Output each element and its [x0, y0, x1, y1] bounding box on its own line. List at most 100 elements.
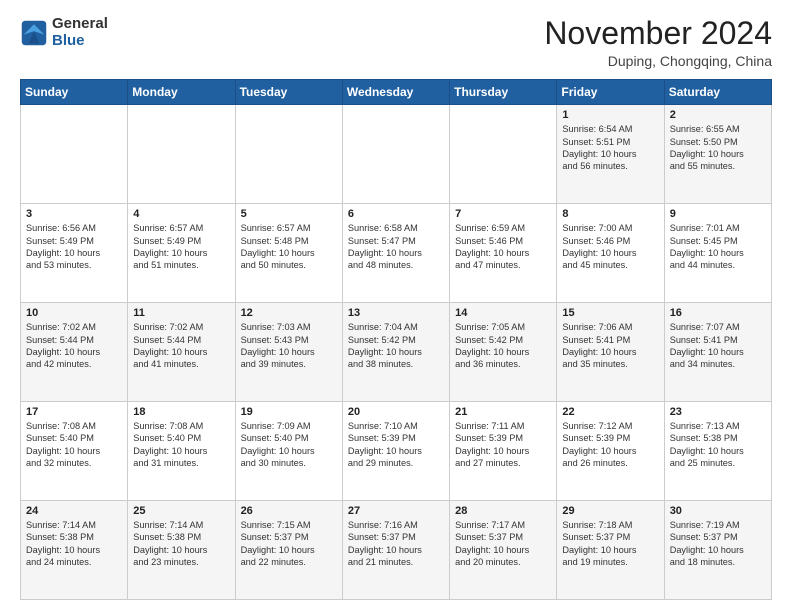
calendar-cell-3-1: 18 Sunrise: 7:08 AM Sunset: 5:40 PM Dayli… [128, 402, 235, 501]
calendar-cell-1-4: 7Sunrise: 6:59 AM Sunset: 5:46 PM Daylig… [450, 204, 557, 303]
cell-info: Sunrise: 7:12 AM Sunset: 5:39 PM Dayligh… [562, 420, 658, 470]
day-number: 13 [348, 307, 444, 319]
calendar-cell-2-4: 14Sunrise: 7:05 AM Sunset: 5:42 PM Dayli… [450, 303, 557, 402]
cell-info: Sunrise: 7:14 AM Sunset: 5:38 PM Dayligh… [26, 519, 122, 569]
day-number: 12 [241, 307, 337, 319]
cell-info: Sunrise: 7:07 AM Sunset: 5:41 PM Dayligh… [670, 321, 766, 371]
calendar-cell-3-2: 19 Sunrise: 7:09 AM Sunset: 5:40 PM Dayli… [235, 402, 342, 501]
month-title: November 2024 [544, 16, 772, 51]
calendar-cell-2-2: 12 Sunrise: 7:03 AM Sunset: 5:43 PM Dayli… [235, 303, 342, 402]
calendar-cell-4-0: 24 Sunrise: 7:14 AM Sunset: 5:38 PM Dayli… [21, 501, 128, 600]
day-number: 18 [133, 406, 229, 418]
day-number: 20 [348, 406, 444, 418]
cell-info: Sunrise: 6:57 AM Sunset: 5:49 PM Dayligh… [133, 222, 229, 272]
day-number: 27 [348, 505, 444, 517]
day-number: 6 [348, 208, 444, 220]
cell-info: Sunrise: 7:01 AM Sunset: 5:45 PM Dayligh… [670, 222, 766, 272]
calendar-cell-4-4: 28Sunrise: 7:17 AM Sunset: 5:37 PM Dayli… [450, 501, 557, 600]
calendar-week-0: 1 Sunrise: 6:54 AM Sunset: 5:51 PM Daylig… [21, 105, 772, 204]
cell-info: Sunrise: 7:13 AM Sunset: 5:38 PM Dayligh… [670, 420, 766, 470]
day-number: 24 [26, 505, 122, 517]
day-number: 30 [670, 505, 766, 517]
day-number: 19 [241, 406, 337, 418]
day-header-sunday: Sunday [21, 80, 128, 105]
calendar-cell-4-5: 29 Sunrise: 7:18 AM Sunset: 5:37 PM Dayli… [557, 501, 664, 600]
cell-info: Sunrise: 7:04 AM Sunset: 5:42 PM Dayligh… [348, 321, 444, 371]
calendar-cell-0-0 [21, 105, 128, 204]
day-header-saturday: Saturday [664, 80, 771, 105]
calendar-cell-2-3: 13 Sunrise: 7:04 AM Sunset: 5:42 PM Dayli… [342, 303, 449, 402]
calendar-cell-0-6: 2 Sunrise: 6:55 AM Sunset: 5:50 PM Daylig… [664, 105, 771, 204]
calendar-cell-3-5: 22 Sunrise: 7:12 AM Sunset: 5:39 PM Dayli… [557, 402, 664, 501]
cell-info: Sunrise: 6:59 AM Sunset: 5:46 PM Dayligh… [455, 222, 551, 272]
day-number: 1 [562, 109, 658, 121]
calendar-cell-2-5: 15Sunrise: 7:06 AM Sunset: 5:41 PM Dayli… [557, 303, 664, 402]
day-number: 9 [670, 208, 766, 220]
day-number: 2 [670, 109, 766, 121]
day-number: 26 [241, 505, 337, 517]
cell-info: Sunrise: 7:10 AM Sunset: 5:39 PM Dayligh… [348, 420, 444, 470]
day-number: 16 [670, 307, 766, 319]
calendar-cell-3-4: 21 Sunrise: 7:11 AM Sunset: 5:39 PM Dayli… [450, 402, 557, 501]
cell-info: Sunrise: 7:19 AM Sunset: 5:37 PM Dayligh… [670, 519, 766, 569]
logo-general: General [52, 16, 108, 33]
calendar-cell-3-0: 17 Sunrise: 7:08 AM Sunset: 5:40 PM Dayli… [21, 402, 128, 501]
logo-text: General Blue [52, 16, 108, 49]
day-number: 21 [455, 406, 551, 418]
cell-info: Sunrise: 7:16 AM Sunset: 5:37 PM Dayligh… [348, 519, 444, 569]
cell-info: Sunrise: 7:09 AM Sunset: 5:40 PM Dayligh… [241, 420, 337, 470]
calendar-cell-2-6: 16 Sunrise: 7:07 AM Sunset: 5:41 PM Dayli… [664, 303, 771, 402]
day-number: 23 [670, 406, 766, 418]
day-number: 4 [133, 208, 229, 220]
day-number: 10 [26, 307, 122, 319]
cell-info: Sunrise: 7:03 AM Sunset: 5:43 PM Dayligh… [241, 321, 337, 371]
day-number: 8 [562, 208, 658, 220]
calendar-header-row: SundayMondayTuesdayWednesdayThursdayFrid… [21, 80, 772, 105]
calendar-cell-2-0: 10 Sunrise: 7:02 AM Sunset: 5:44 PM Dayli… [21, 303, 128, 402]
cell-info: Sunrise: 7:00 AM Sunset: 5:46 PM Dayligh… [562, 222, 658, 272]
calendar-cell-4-3: 27 Sunrise: 7:16 AM Sunset: 5:37 PM Dayli… [342, 501, 449, 600]
cell-info: Sunrise: 7:02 AM Sunset: 5:44 PM Dayligh… [133, 321, 229, 371]
cell-info: Sunrise: 7:08 AM Sunset: 5:40 PM Dayligh… [26, 420, 122, 470]
cell-info: Sunrise: 6:58 AM Sunset: 5:47 PM Dayligh… [348, 222, 444, 272]
day-number: 25 [133, 505, 229, 517]
day-number: 22 [562, 406, 658, 418]
cell-info: Sunrise: 7:17 AM Sunset: 5:37 PM Dayligh… [455, 519, 551, 569]
cell-info: Sunrise: 7:02 AM Sunset: 5:44 PM Dayligh… [26, 321, 122, 371]
day-header-monday: Monday [128, 80, 235, 105]
calendar-week-2: 10 Sunrise: 7:02 AM Sunset: 5:44 PM Dayli… [21, 303, 772, 402]
location: Duping, Chongqing, China [544, 53, 772, 69]
calendar-week-3: 17 Sunrise: 7:08 AM Sunset: 5:40 PM Dayli… [21, 402, 772, 501]
cell-info: Sunrise: 7:18 AM Sunset: 5:37 PM Dayligh… [562, 519, 658, 569]
calendar-cell-0-4 [450, 105, 557, 204]
day-header-wednesday: Wednesday [342, 80, 449, 105]
logo-blue: Blue [52, 33, 108, 50]
cell-info: Sunrise: 7:08 AM Sunset: 5:40 PM Dayligh… [133, 420, 229, 470]
cell-info: Sunrise: 7:06 AM Sunset: 5:41 PM Dayligh… [562, 321, 658, 371]
day-number: 29 [562, 505, 658, 517]
page: General Blue November 2024 Duping, Chong… [0, 0, 792, 612]
calendar-cell-1-3: 6 Sunrise: 6:58 AM Sunset: 5:47 PM Daylig… [342, 204, 449, 303]
calendar-cell-4-2: 26Sunrise: 7:15 AM Sunset: 5:37 PM Dayli… [235, 501, 342, 600]
cell-info: Sunrise: 6:55 AM Sunset: 5:50 PM Dayligh… [670, 123, 766, 173]
calendar-cell-1-6: 9 Sunrise: 7:01 AM Sunset: 5:45 PM Daylig… [664, 204, 771, 303]
day-number: 3 [26, 208, 122, 220]
day-number: 17 [26, 406, 122, 418]
title-area: November 2024 Duping, Chongqing, China [544, 16, 772, 69]
calendar-cell-4-1: 25Sunrise: 7:14 AM Sunset: 5:38 PM Dayli… [128, 501, 235, 600]
cell-info: Sunrise: 6:57 AM Sunset: 5:48 PM Dayligh… [241, 222, 337, 272]
day-header-tuesday: Tuesday [235, 80, 342, 105]
calendar-cell-1-5: 8 Sunrise: 7:00 AM Sunset: 5:46 PM Daylig… [557, 204, 664, 303]
day-header-friday: Friday [557, 80, 664, 105]
calendar-table: SundayMondayTuesdayWednesdayThursdayFrid… [20, 79, 772, 600]
calendar-cell-0-5: 1 Sunrise: 6:54 AM Sunset: 5:51 PM Daylig… [557, 105, 664, 204]
logo-icon [20, 19, 48, 47]
cell-info: Sunrise: 7:11 AM Sunset: 5:39 PM Dayligh… [455, 420, 551, 470]
calendar-cell-0-3 [342, 105, 449, 204]
calendar-cell-1-2: 5 Sunrise: 6:57 AM Sunset: 5:48 PM Daylig… [235, 204, 342, 303]
logo: General Blue [20, 16, 108, 49]
calendar-cell-3-3: 20 Sunrise: 7:10 AM Sunset: 5:39 PM Dayli… [342, 402, 449, 501]
cell-info: Sunrise: 6:54 AM Sunset: 5:51 PM Dayligh… [562, 123, 658, 173]
calendar-cell-2-1: 11Sunrise: 7:02 AM Sunset: 5:44 PM Dayli… [128, 303, 235, 402]
day-number: 5 [241, 208, 337, 220]
